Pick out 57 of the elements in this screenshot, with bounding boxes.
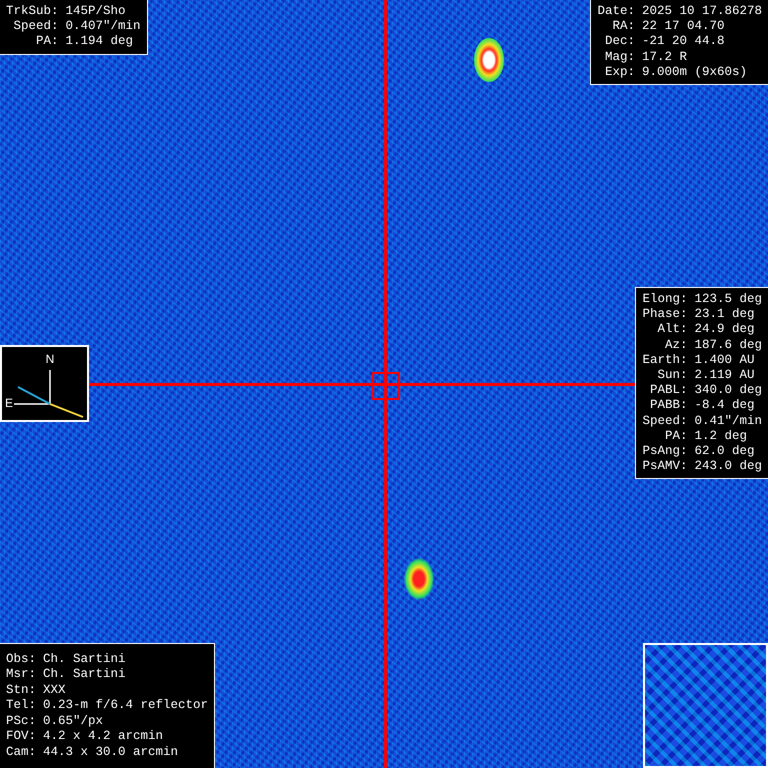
field-label: Msr:	[6, 667, 36, 682]
east-label: E	[5, 396, 13, 410]
field-value: 340.0 deg	[694, 383, 762, 398]
field-label: Exp:	[604, 64, 635, 80]
field-label: Stn:	[6, 682, 36, 698]
field-label: PsAng:	[642, 444, 688, 460]
field-label: Date:	[597, 4, 635, 20]
field-value: -21 20 44.8	[642, 34, 726, 50]
field-value: 0.41"/min	[694, 414, 762, 429]
field-label: RA:	[611, 19, 635, 34]
field-value: 123.5 deg	[694, 292, 762, 308]
field-label: Earth:	[642, 352, 688, 368]
field-value: 4.2 x 4.2 arcmin	[43, 729, 164, 744]
field-value: XXX	[43, 682, 67, 698]
north-label: N	[46, 352, 54, 366]
field-label: Mag:	[604, 50, 635, 65]
field-value: 2.119 AU	[694, 368, 756, 384]
field-value: 24.9 deg	[694, 322, 756, 338]
field-value: 0.407"/min	[66, 19, 141, 34]
field-value: 23.1 deg	[694, 307, 756, 322]
field-label: PABL:	[648, 383, 688, 398]
field-label: Az:	[664, 338, 688, 353]
target-box	[372, 372, 400, 400]
field-value: 44.3 x 30.0 arcmin	[43, 744, 180, 760]
field-label: Alt:	[656, 322, 688, 338]
field-label: PA:	[35, 34, 59, 50]
field-value: 1.194 deg	[66, 34, 134, 50]
field-value: 22 17 04.70	[642, 19, 726, 34]
field-value: 62.0 deg	[694, 444, 756, 460]
field-value: Ch. Sartini	[43, 652, 127, 667]
field-label: Tel:	[6, 698, 36, 714]
field-label: Dec:	[604, 34, 635, 50]
field-label: Sun:	[656, 368, 688, 384]
field-value: 1.400 AU	[694, 352, 756, 368]
field-value: 0.23-m f/6.4 reflector	[43, 698, 208, 714]
field-value: 243.0 deg	[694, 459, 762, 474]
field-label: PA:	[664, 428, 688, 444]
field-value: 145P/Sho	[66, 4, 127, 20]
field-label: PSc:	[6, 714, 36, 729]
field-label: FOV:	[6, 729, 36, 744]
field-value: Ch. Sartini	[43, 667, 127, 682]
field-value: 9.000m (9x60s)	[642, 64, 748, 80]
field-label: PsAMV:	[642, 459, 688, 474]
field-value: -8.4 deg	[694, 398, 756, 414]
field-value: 1.2 deg	[694, 428, 748, 444]
field-label: Phase:	[642, 307, 688, 322]
field-label: PABB:	[648, 398, 688, 414]
field-label: TrkSub:	[6, 4, 59, 20]
field-value: 2025 10 17.86278	[642, 4, 762, 20]
field-label: Elong:	[642, 292, 688, 308]
field-label: Obs:	[6, 652, 36, 667]
field-label: Cam:	[6, 744, 36, 760]
field-label: Speed:	[642, 414, 688, 429]
field-value: 17.2 R	[642, 50, 688, 65]
field-value: 0.65"/px	[43, 714, 104, 729]
field-label: Speed:	[12, 19, 59, 34]
field-value: 187.6 deg	[694, 338, 762, 353]
